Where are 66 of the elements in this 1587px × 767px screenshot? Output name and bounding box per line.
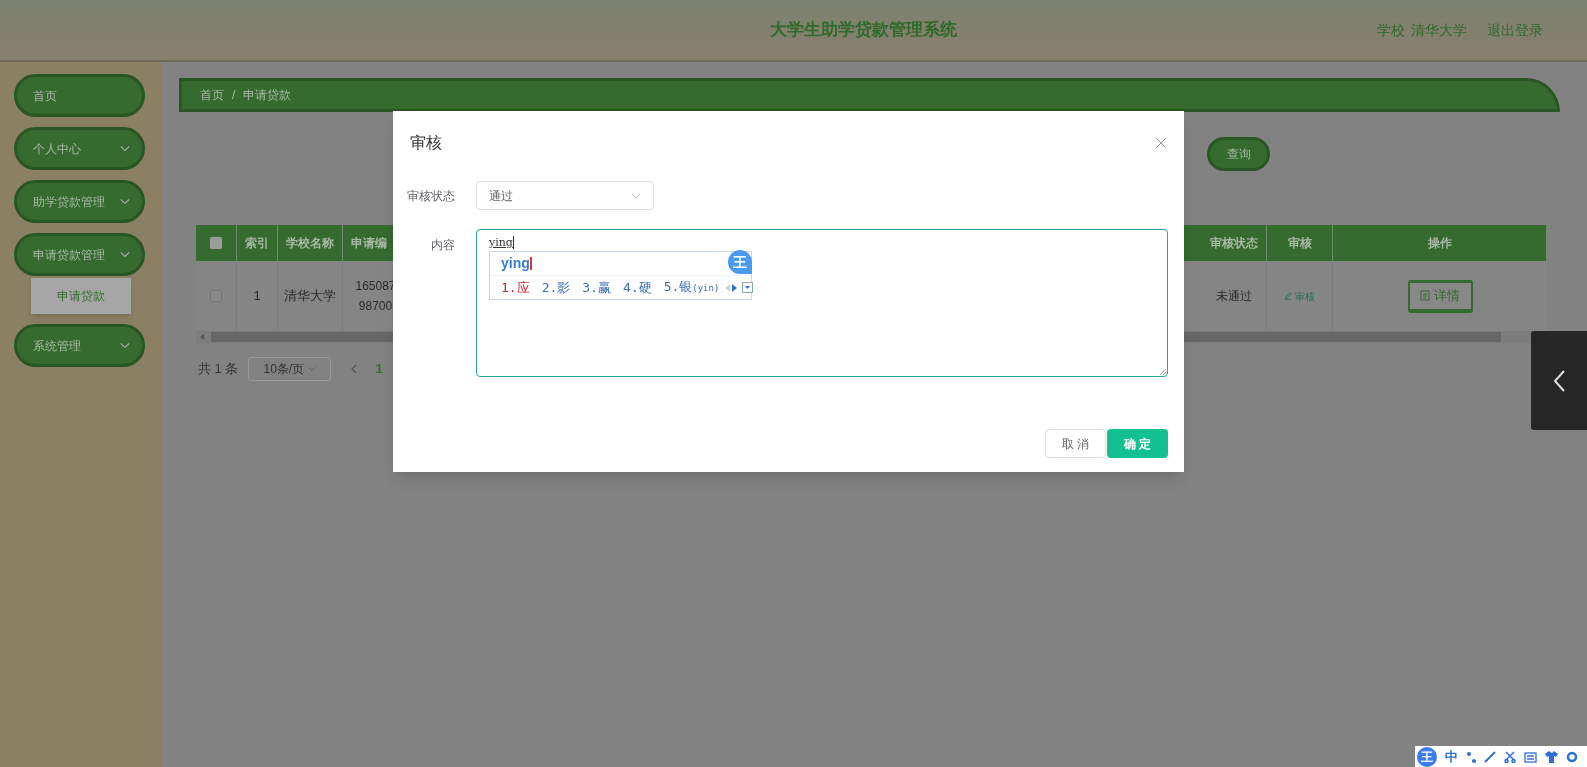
submenu-item[interactable]: 申请贷款 xyxy=(31,278,131,314)
chevron-down-icon xyxy=(631,192,641,199)
breadcrumb-link[interactable]: 首页 xyxy=(200,86,224,104)
chevron-left-icon xyxy=(1553,369,1565,392)
sidebar-item[interactable]: 申请贷款管理 xyxy=(14,233,145,276)
keyboard-icon[interactable] xyxy=(1524,750,1537,763)
chevron-down-icon xyxy=(308,366,317,372)
ime-composition: ying xyxy=(501,257,532,270)
status-select[interactable]: 通过 xyxy=(476,181,654,210)
resize-handle-icon xyxy=(1159,368,1166,375)
page-size-select[interactable]: 10条/页 xyxy=(248,357,332,381)
ime-candidate[interactable]: 1.应 xyxy=(501,281,530,294)
search-button[interactable]: 查询 xyxy=(1207,137,1270,171)
ime-candidate[interactable]: 5.银(yin) xyxy=(663,280,720,295)
next-page-icon[interactable] xyxy=(732,283,738,292)
breadcrumb-link[interactable]: 申请贷款 xyxy=(243,86,292,104)
ime-logo: 王 xyxy=(728,250,752,274)
pen-icon[interactable] xyxy=(1484,750,1496,763)
column-header: 操作 xyxy=(1427,235,1452,252)
cancel-button[interactable]: 取 消 xyxy=(1045,429,1106,458)
breadcrumb-separator: / xyxy=(232,87,236,104)
sidebar-item[interactable]: 系统管理 xyxy=(14,324,145,367)
table-cell-text: 1 xyxy=(253,287,261,306)
detail-button[interactable]: 详情 xyxy=(1407,279,1473,313)
column-header: 学校名称 xyxy=(286,235,334,252)
app-title: 大学生助学贷款管理系统 xyxy=(770,19,957,42)
side-panel-toggle[interactable] xyxy=(1531,331,1587,430)
column-header: 索引 xyxy=(245,235,269,252)
document-icon xyxy=(1420,290,1430,301)
scissors-icon[interactable] xyxy=(1504,750,1516,763)
chevron-down-icon xyxy=(120,251,130,258)
page-number[interactable]: 1 xyxy=(375,359,383,379)
close-icon[interactable] xyxy=(1156,138,1166,148)
field-label: 审核状态 xyxy=(406,187,456,205)
dialog-title: 审核 xyxy=(410,133,442,153)
sidebar-item[interactable]: 助学贷款管理 xyxy=(14,180,145,223)
table-cell-text: 清华大学 xyxy=(284,287,336,306)
expand-icon[interactable] xyxy=(742,282,754,293)
chevron-down-icon xyxy=(120,145,130,152)
chevron-down-icon xyxy=(120,198,130,205)
punctuation-icon[interactable] xyxy=(1466,750,1476,763)
column-header: 审核状态 xyxy=(1209,235,1258,252)
school-label: 学校 xyxy=(1377,20,1405,40)
sidebar-item[interactable]: 首页 xyxy=(14,74,145,117)
pencil-icon xyxy=(1284,292,1292,300)
review-link[interactable]: 审核 xyxy=(1284,288,1315,304)
school-name: 清华大学 xyxy=(1411,20,1467,40)
ime-candidate[interactable]: 2.影 xyxy=(541,281,571,294)
column-header: 审核 xyxy=(1287,235,1312,252)
content-textarea[interactable]: ying ying 王 1.应 2.影 3.赢 4.硬 5.银(yin) xyxy=(476,229,1168,377)
ime-candidate[interactable]: 3.赢 xyxy=(582,281,611,294)
logout-link[interactable]: 退出登录 xyxy=(1487,19,1543,41)
field-label: 内容 xyxy=(430,237,456,254)
column-header: 申请编 xyxy=(351,235,387,252)
table-cell-text: 165087 98700 xyxy=(354,278,397,315)
select-all-checkbox[interactable] xyxy=(210,237,222,249)
input-mode-button[interactable]: 中 xyxy=(1445,746,1458,767)
sidebar-item[interactable]: 个人中心 xyxy=(14,127,145,170)
total-count: 共 1 条 xyxy=(198,360,239,379)
table-cell-text: 未通过 xyxy=(1215,288,1252,305)
ime-candidate[interactable]: 4.硬 xyxy=(622,281,652,294)
ime-logo[interactable]: 王 xyxy=(1417,746,1437,767)
scroll-left-icon xyxy=(199,334,205,340)
chevron-down-icon xyxy=(120,342,130,349)
confirm-button[interactable]: 确 定 xyxy=(1107,429,1168,458)
shirt-icon[interactable] xyxy=(1545,750,1558,763)
